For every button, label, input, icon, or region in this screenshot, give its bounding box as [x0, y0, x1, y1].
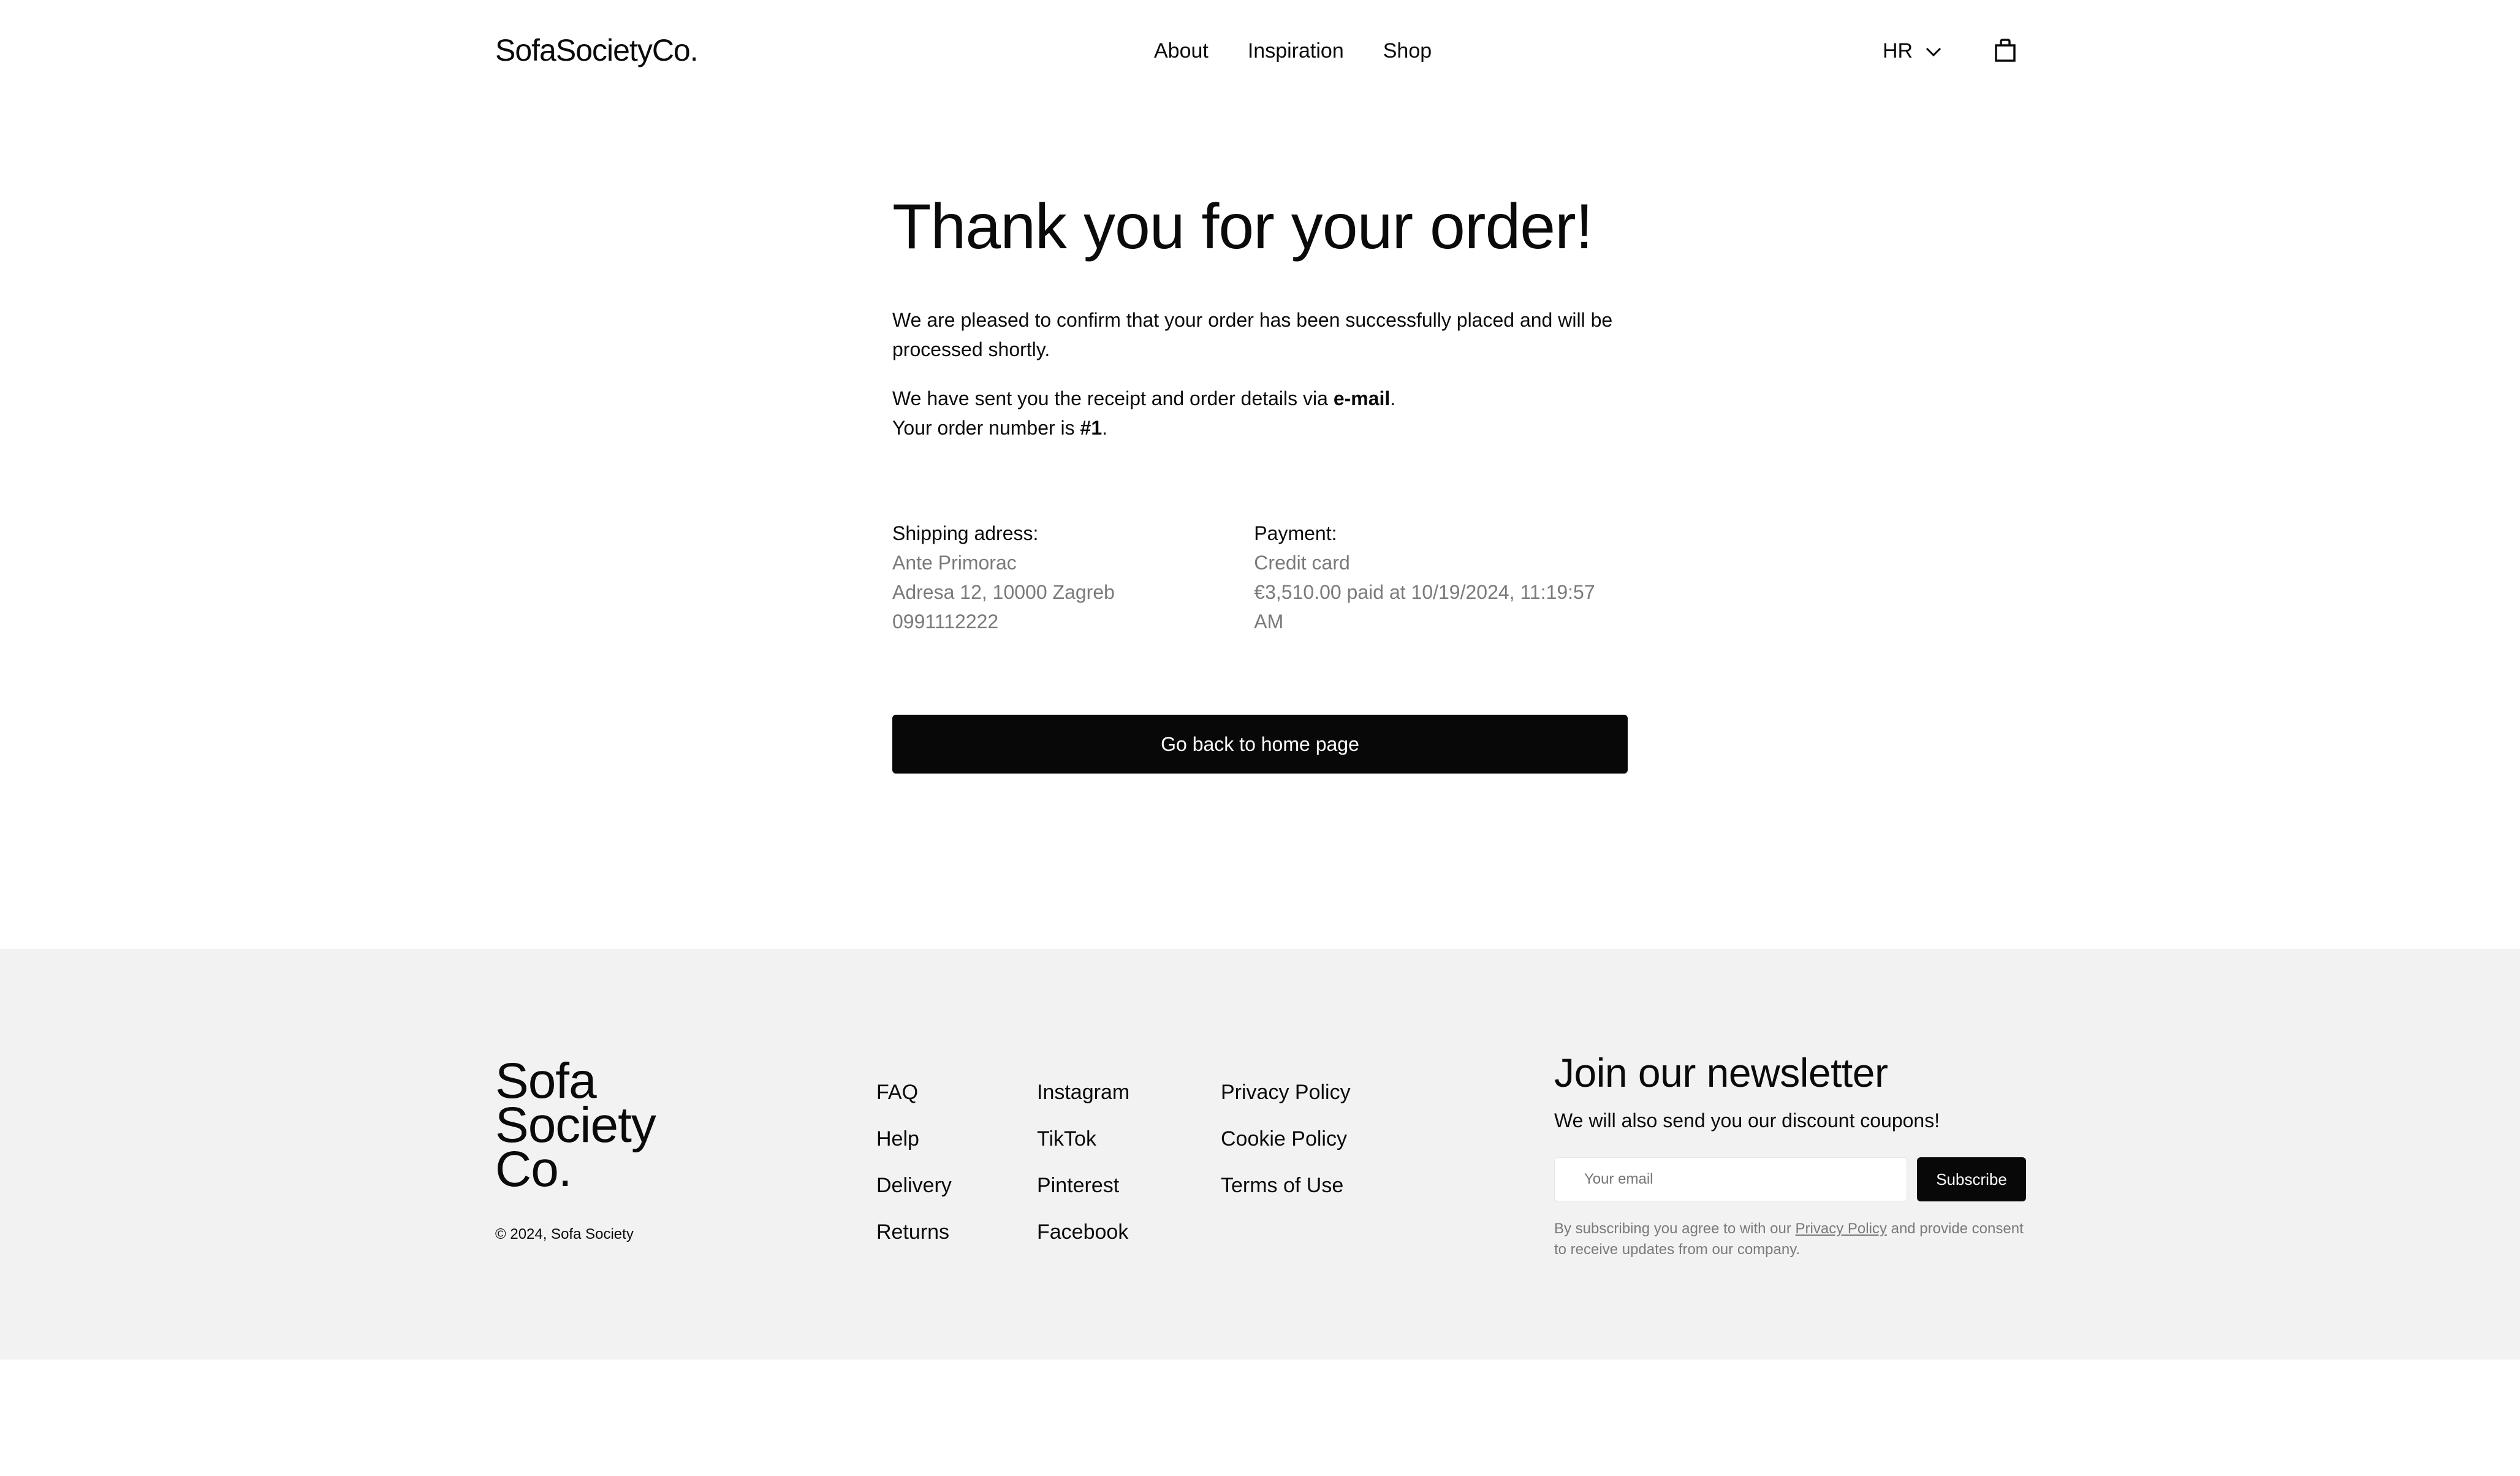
confirmation-text: We are pleased to confirm that your orde…: [892, 309, 1613, 360]
shipping-name: Ante Primorac: [892, 552, 1017, 574]
nav-inspiration-link[interactable]: Inspiration: [1248, 36, 1344, 66]
subscribe-button[interactable]: Subscribe: [1917, 1157, 2026, 1201]
footer-link-help[interactable]: Help: [876, 1116, 952, 1162]
receipt-info: We have sent you the receipt and order d…: [892, 384, 1628, 443]
payment-summary: €3,510.00 paid at 10/19/2024, 11:19:57 A…: [1254, 581, 1595, 633]
privacy-policy-link[interactable]: Privacy Policy: [1796, 1220, 1887, 1237]
footer-link-pinterest[interactable]: Pinterest: [1037, 1162, 1129, 1209]
payment-label: Payment:: [1254, 522, 1337, 544]
go-home-button[interactable]: Go back to home page: [892, 715, 1628, 774]
footer-link-facebook[interactable]: Facebook: [1037, 1209, 1129, 1255]
payment-info: Payment: Credit card €3,510.00 paid at 1…: [1254, 519, 1628, 636]
region-code: HR: [1883, 39, 1913, 63]
shipping-label: Shipping adress:: [892, 522, 1039, 544]
shopping-bag-icon[interactable]: [1994, 38, 2016, 63]
order-details: Shipping adress: Ante Primorac Adresa 12…: [892, 519, 1628, 636]
footer-link-returns[interactable]: Returns: [876, 1209, 952, 1255]
receipt-text: We have sent you the receipt and order d…: [892, 387, 1334, 409]
newsletter-consent-note: By subscribing you agree to with our Pri…: [1554, 1219, 2026, 1260]
site-logo[interactable]: SofaSocietyCo.: [495, 31, 699, 70]
shipping-street: Adresa 12, 10000 Zagreb: [892, 581, 1115, 603]
nav-shop-link[interactable]: Shop: [1383, 36, 1432, 66]
footer-link-tiktok[interactable]: TikTok: [1037, 1116, 1129, 1162]
newsletter-form: Subscribe: [1554, 1157, 2026, 1201]
page-title: Thank you for your order!: [892, 191, 1593, 262]
shipping-phone: 0991112222: [892, 611, 999, 633]
consent-text: By subscribing you agree to with our: [1554, 1220, 1796, 1237]
chevron-down-icon: [1925, 36, 1942, 66]
footer-link-cookie-policy[interactable]: Cookie Policy: [1221, 1116, 1351, 1162]
footer-help-links: FAQ Help Delivery Returns: [876, 1069, 952, 1255]
order-number-text: Your order number is: [892, 417, 1080, 439]
footer-link-privacy-policy[interactable]: Privacy Policy: [1221, 1069, 1351, 1116]
footer-logo[interactable]: Sofa Society Co.: [495, 1056, 656, 1197]
order-confirmation: Thank you for your order! We are pleased…: [892, 184, 1628, 774]
footer-link-instagram[interactable]: Instagram: [1037, 1069, 1129, 1116]
region-selector[interactable]: HR: [1883, 36, 1942, 66]
newsletter-section: Join our newsletter We will also send yo…: [1554, 1047, 2026, 1260]
site-header: SofaSocietyCo. About Inspiration Shop HR: [0, 0, 2520, 102]
footer-link-delivery[interactable]: Delivery: [876, 1162, 952, 1209]
order-number: #1: [1080, 417, 1102, 439]
newsletter-email-input[interactable]: [1554, 1157, 1907, 1201]
payment-method: Credit card: [1254, 552, 1350, 574]
receipt-method: e-mail: [1333, 387, 1391, 409]
main-nav: About Inspiration Shop: [1154, 36, 1432, 66]
footer-link-terms-of-use[interactable]: Terms of Use: [1221, 1162, 1351, 1209]
newsletter-title: Join our newsletter: [1554, 1050, 1888, 1095]
shipping-address: Shipping adress: Ante Primorac Adresa 12…: [892, 519, 1254, 636]
site-footer: Sofa Society Co. © 2024, Sofa Society FA…: [0, 949, 2520, 1360]
footer-social-links: Instagram TikTok Pinterest Facebook: [1037, 1069, 1129, 1255]
punctuation: .: [1102, 417, 1108, 439]
punctuation: .: [1390, 387, 1396, 409]
footer-logo-line: Co.: [495, 1141, 572, 1197]
nav-about-link[interactable]: About: [1154, 36, 1209, 66]
footer-link-faq[interactable]: FAQ: [876, 1069, 952, 1116]
copyright: © 2024, Sofa Society: [495, 1226, 634, 1242]
footer-legal-links: Privacy Policy Cookie Policy Terms of Us…: [1221, 1069, 1351, 1209]
newsletter-subtitle: We will also send you our discount coupo…: [1554, 1109, 1940, 1132]
